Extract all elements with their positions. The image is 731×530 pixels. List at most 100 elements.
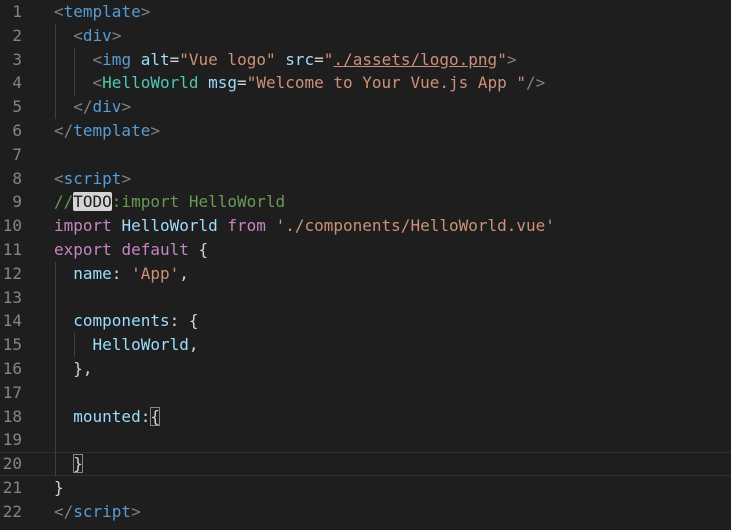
line-number: 11 <box>2 239 22 259</box>
code-line[interactable]: 16 }, <box>0 356 731 381</box>
code-line[interactable]: 5 </div> <box>0 95 731 119</box>
code-line[interactable]: 9 //TODO:import HelloWorld <box>0 190 731 214</box>
code-line[interactable]: 3 <img alt="Vue logo" src="./assets/logo… <box>0 47 731 72</box>
code-line[interactable]: 22 </script> <box>0 500 731 524</box>
code-token: </ <box>54 120 74 140</box>
line-number: 19 <box>2 430 22 450</box>
code-line[interactable]: 7 <box>0 143 731 167</box>
code-line[interactable]: 4 <HelloWorld msg="Welcome to Your Vue.j… <box>0 71 731 96</box>
code-token: src <box>285 49 315 69</box>
indent-guide <box>74 47 76 72</box>
indent-guide <box>55 452 56 476</box>
code-text: }, <box>54 357 92 381</box>
code-line[interactable]: 19 <box>0 428 731 453</box>
indent-guide <box>55 309 56 334</box>
code-text: export default { <box>54 238 208 262</box>
line-number: 15 <box>2 335 22 355</box>
code-token: import <box>54 216 112 236</box>
code-token: < <box>54 168 64 188</box>
code-text: <template> <box>54 0 150 24</box>
code-line[interactable]: 18 mounted:{ <box>0 404 731 429</box>
line-number: 16 <box>2 358 22 378</box>
line-number: 20 <box>2 454 22 474</box>
code-token: < <box>54 2 64 21</box>
code-token: img <box>102 49 132 69</box>
code-token: './components/HelloWorld.vue' <box>275 216 555 236</box>
code-text: </div> <box>54 95 131 119</box>
code-token: </ <box>73 97 93 117</box>
code-token: : { <box>169 311 199 331</box>
code-line[interactable]: 2 <div> <box>0 23 731 48</box>
code-editor[interactable]: 1 <template> 2 <div> 3 <img alt="Vue logo" … <box>0 0 731 530</box>
code-text: } <box>54 476 64 500</box>
code-text: mounted:{ <box>54 405 160 429</box>
code-token: : <box>140 406 151 426</box>
code-token: { <box>150 406 160 426</box>
line-number: 10 <box>2 216 22 236</box>
code-line[interactable]: 12 name: 'App', <box>0 261 731 286</box>
code-line[interactable]: 8 <script> <box>0 167 731 191</box>
code-token: = <box>314 49 324 69</box>
code-token: script <box>73 501 132 521</box>
code-token: msg <box>208 73 238 93</box>
indent-guide <box>55 285 56 310</box>
code-token: script <box>63 168 122 188</box>
indent-guide <box>55 356 56 381</box>
code-text: </template> <box>54 119 160 143</box>
code-token: name <box>73 263 112 283</box>
line-number: 7 <box>12 144 22 164</box>
code-token: , <box>188 335 199 355</box>
line-number: 1 <box>12 2 22 21</box>
todo-highlight: TODO <box>73 192 112 212</box>
code-line[interactable]: 10 import HelloWorld from './components/H… <box>0 214 731 238</box>
code-token: { <box>188 239 209 259</box>
code-text: <div> <box>54 24 121 48</box>
code-line[interactable]: 1 <template> <box>0 0 731 24</box>
code-token: = <box>237 73 247 93</box>
code-token: > <box>111 25 122 45</box>
line-number: 18 <box>2 406 22 426</box>
indent-guide <box>55 95 56 119</box>
code-token: div <box>82 25 112 45</box>
line-number: 2 <box>12 25 22 45</box>
indent-guide <box>74 333 76 357</box>
line-number: 9 <box>12 192 22 212</box>
line-number: 3 <box>12 49 22 69</box>
code-line[interactable]: 14 components: { <box>0 309 731 334</box>
code-line[interactable]: 20 } <box>0 452 731 476</box>
code-line[interactable]: 11 export default { <box>0 238 731 262</box>
indent-guide <box>55 428 56 453</box>
code-token: : <box>111 263 132 283</box>
code-token: < <box>73 25 83 45</box>
code-token: :import HelloWorld <box>111 192 286 212</box>
indent-guide <box>55 380 56 405</box>
code-token: " <box>323 49 334 69</box>
line-number: 12 <box>2 263 22 283</box>
line-number: 22 <box>2 501 22 521</box>
line-number: 5 <box>12 97 22 117</box>
code-token: div <box>92 97 122 117</box>
code-line[interactable]: 13 <box>0 285 731 310</box>
code-token: components <box>73 311 170 331</box>
line-number: 14 <box>2 311 22 331</box>
line-number: 17 <box>2 382 22 402</box>
code-token: < <box>92 73 103 93</box>
code-token: > <box>121 168 132 188</box>
code-line[interactable]: 21} <box>0 476 731 500</box>
indent-guide <box>74 71 76 96</box>
line-number: 8 <box>12 168 22 188</box>
code-token: < <box>92 49 103 69</box>
code-line[interactable]: 17 <box>0 380 731 405</box>
code-line[interactable]: 15 HelloWorld, <box>0 333 731 357</box>
code-token: alt <box>140 49 170 69</box>
code-token: template <box>63 2 141 21</box>
code-token: > <box>121 97 132 117</box>
code-line[interactable]: 6 </template> <box>0 119 731 143</box>
code-text: HelloWorld, <box>54 333 199 357</box>
